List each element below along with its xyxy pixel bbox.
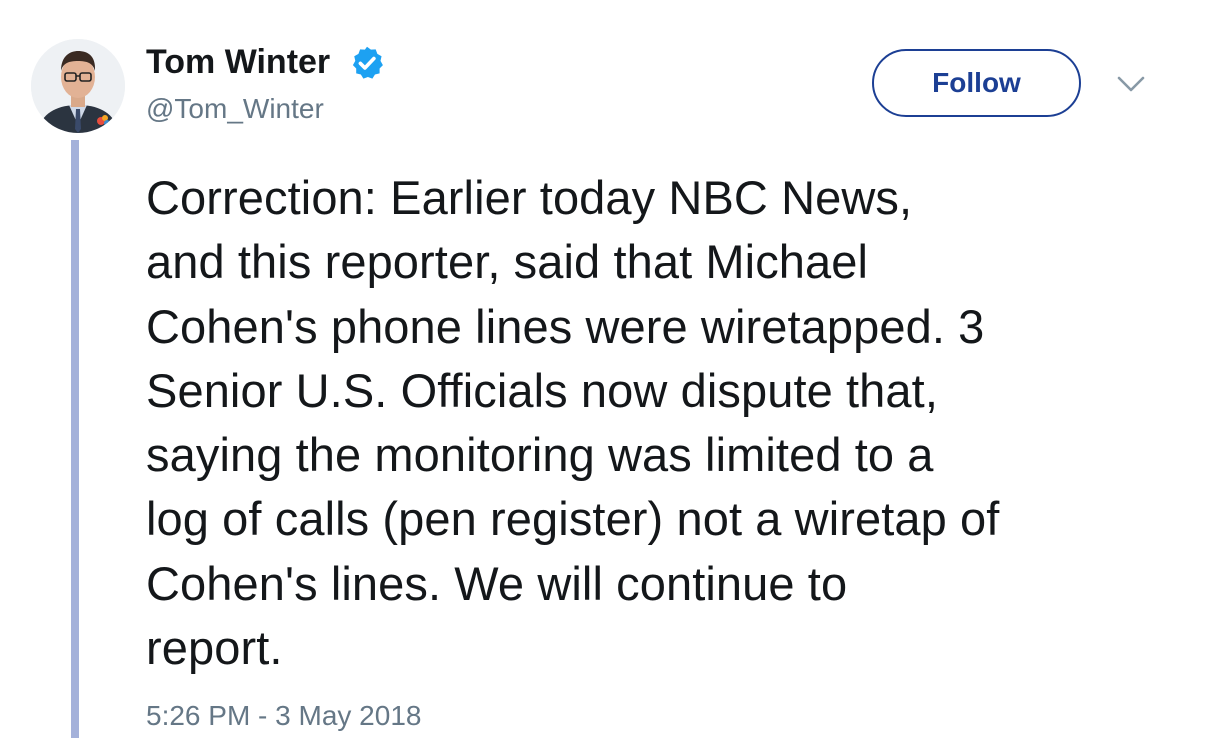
tweet-text-line: Senior U.S. Officials now dispute that, xyxy=(146,363,938,417)
tweet-text: Correction: Earlier today NBC News, and … xyxy=(146,166,1186,680)
tweet-card: Tom Winter @Tom_Winter Follow Correction… xyxy=(0,0,1210,738)
tweet-timestamp[interactable]: 5:26 PM - 3 May 2018 xyxy=(146,699,421,733)
verified-badge-icon xyxy=(352,46,383,79)
avatar[interactable] xyxy=(31,39,125,133)
tweet-text-line: Correction: Earlier today NBC News, xyxy=(146,171,913,224)
tweet-text-line: log of calls (pen register) not a wireta… xyxy=(146,492,1000,546)
tweet-text-line: and this reporter, said that Michael xyxy=(146,235,869,289)
follow-button[interactable]: Follow xyxy=(872,49,1081,117)
tweet-text-line: report. xyxy=(146,621,283,675)
author-handle[interactable]: @Tom_Winter xyxy=(146,92,324,126)
tweet-text-line: saying the monitoring was limited to a xyxy=(146,428,934,482)
tweet-text-line: Cohen's lines. We will continue to xyxy=(146,556,848,610)
author-display-name[interactable]: Tom Winter xyxy=(146,42,330,82)
tweet-text-line: Cohen's phone lines were wiretapped. 3 xyxy=(146,299,985,353)
avatar-image xyxy=(31,39,125,133)
chevron-down-icon[interactable] xyxy=(1116,74,1146,96)
thread-line xyxy=(71,140,79,738)
